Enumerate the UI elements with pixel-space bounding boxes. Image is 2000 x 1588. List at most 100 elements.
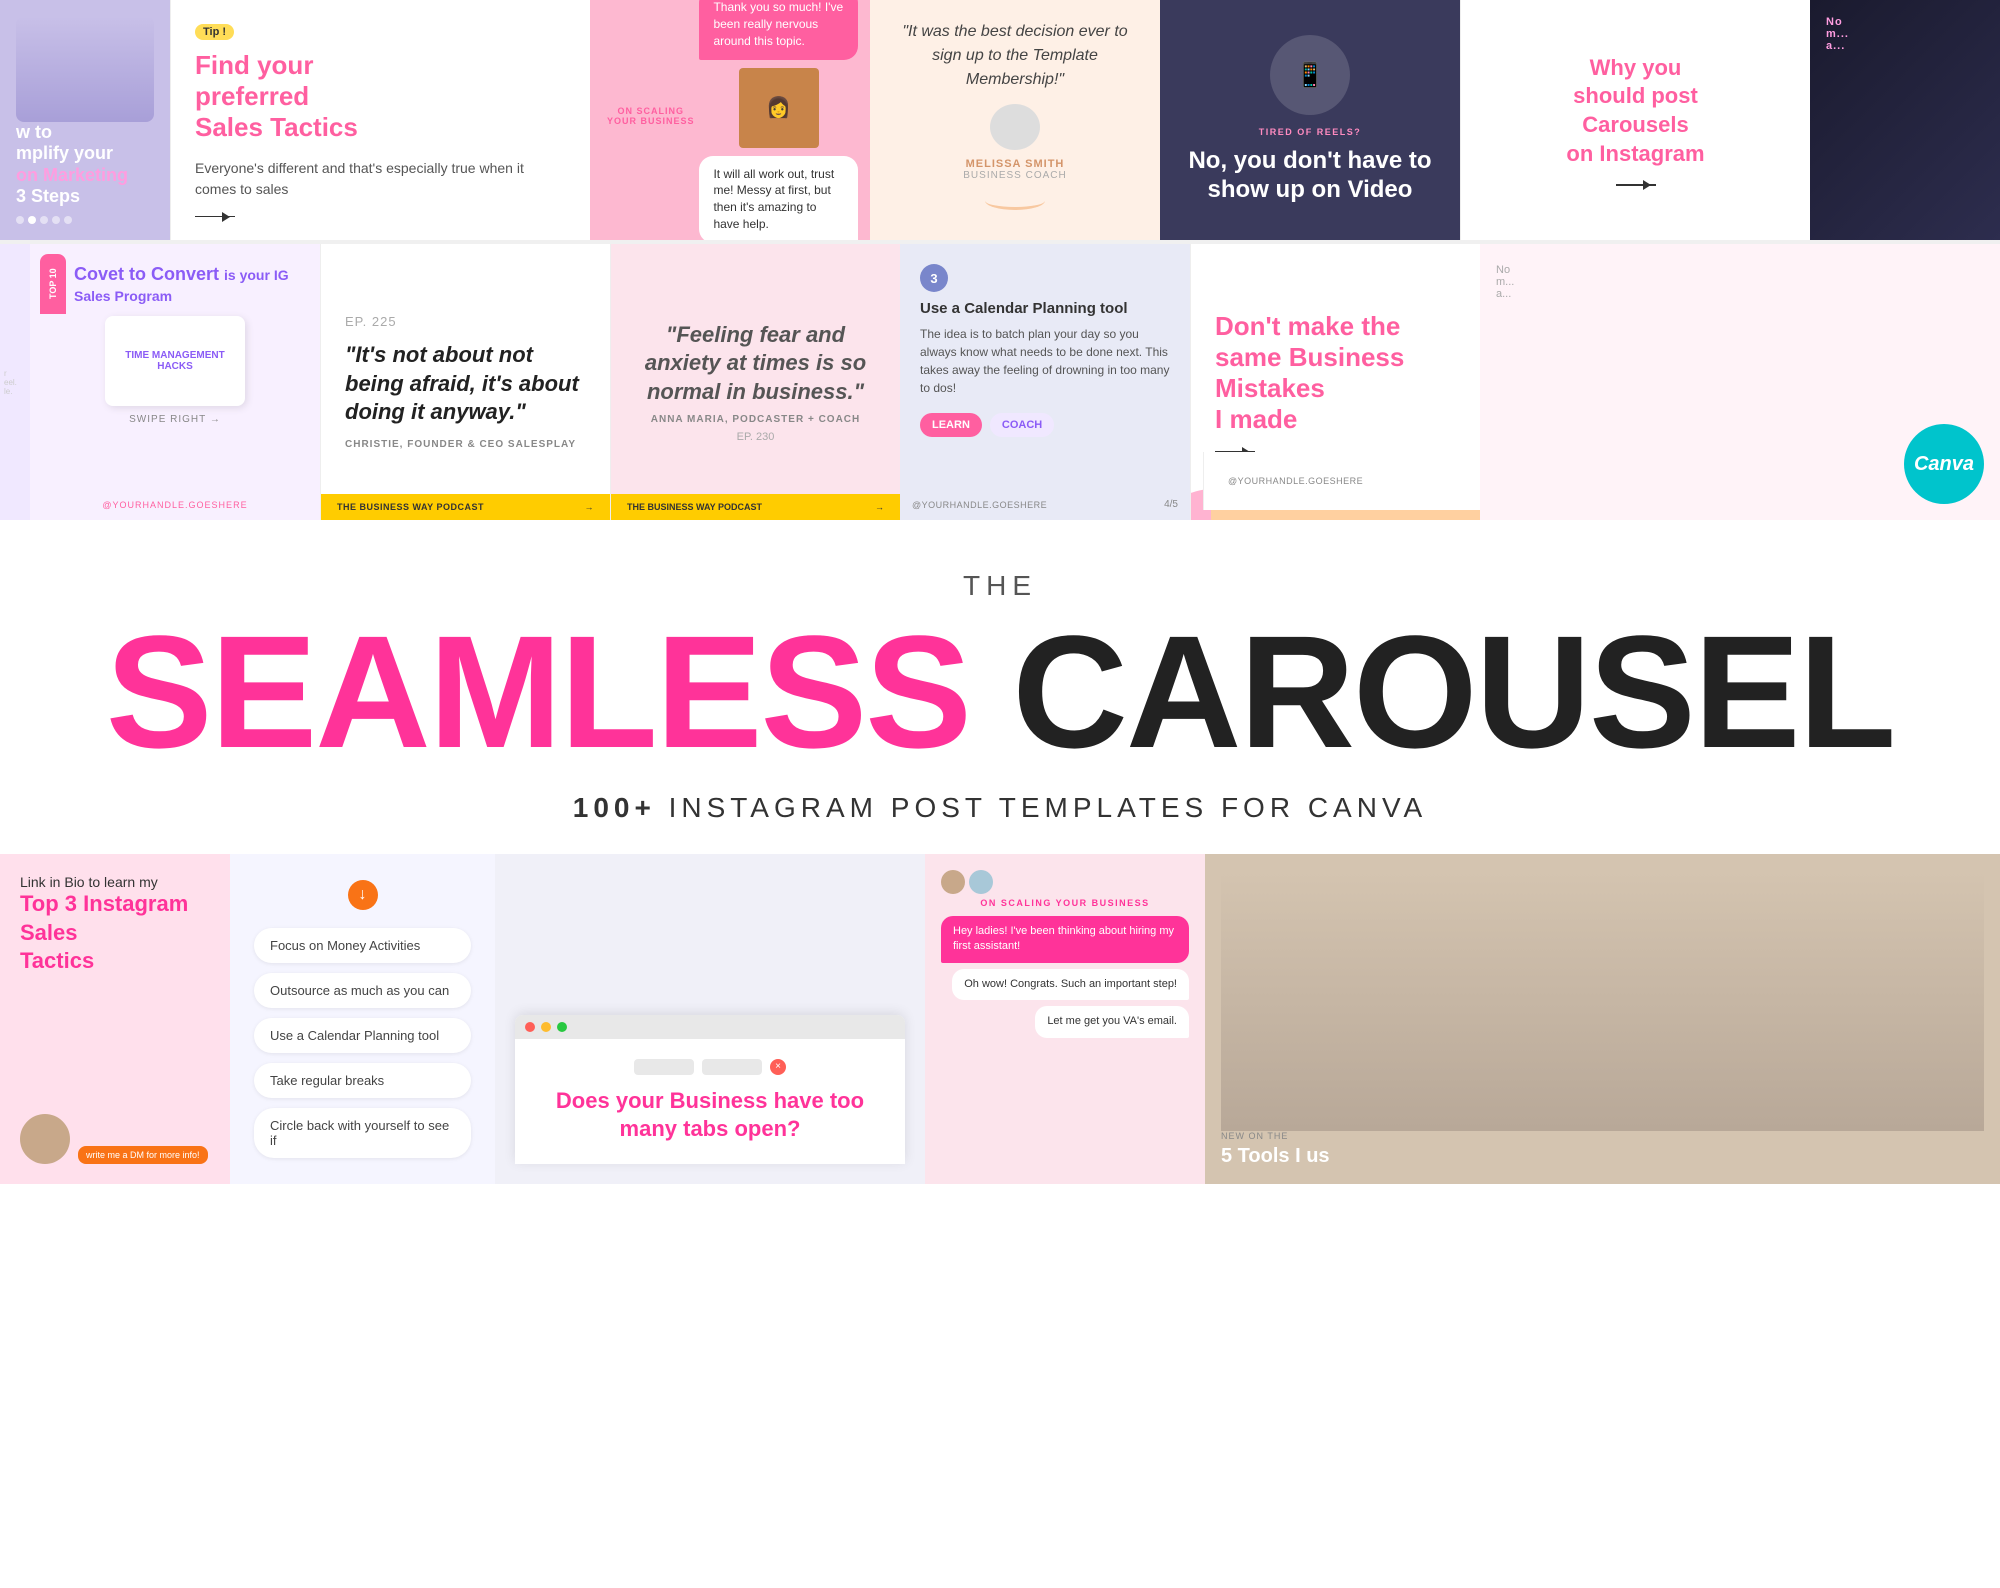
main-title-pink: SEAMLESS <box>106 602 970 781</box>
card-podcast-1: EP. 225 "It's not about not being afraid… <box>320 244 610 520</box>
checklist-item-5: Circle back with yourself to see if <box>254 1108 471 1158</box>
window-heading: Does your Business have too many tabs op… <box>535 1087 885 1144</box>
card-page-number: 4/5 <box>1164 499 1178 510</box>
action-btn-primary[interactable]: LEARN <box>920 413 982 437</box>
top-tag: TOP 10 <box>40 254 66 314</box>
tired-label: TIRED OF REELS? <box>1259 127 1362 137</box>
card-partial-dark: Nom...a... <box>1810 0 2000 240</box>
swipe-right-label: SWIPE RIGHT → <box>50 414 300 425</box>
heading-line2: preferred <box>195 81 309 111</box>
on-scaling-label: ON SCALING YOUR BUSINESS <box>602 106 699 126</box>
dot-3[interactable] <box>40 216 48 224</box>
tab-1[interactable] <box>634 1059 694 1075</box>
canva-logo: Canva <box>1904 424 1984 504</box>
card-checklist: ↓ Focus on Money Activities Outsource as… <box>230 854 495 1184</box>
mistakes-heading: Don't make the same Business Mistakes I … <box>1215 311 1456 436</box>
window-titlebar <box>515 1015 905 1039</box>
subtitle: 100+ INSTAGRAM POST TEMPLATES FOR CANVA <box>40 792 1960 824</box>
bot-msg-2: Oh wow! Congrats. Such an important step… <box>952 969 1189 1000</box>
card-no-reels: 📱 TIRED OF REELS? No, you don't have to … <box>1160 0 1460 240</box>
action-btn-secondary[interactable]: COACH <box>990 413 1054 437</box>
podcast-author-2: ANNA MARIA, PODCASTER + COACH <box>651 414 860 425</box>
heading-pink: Sales Tactics <box>195 112 358 142</box>
browser-tabs: × <box>535 1059 885 1075</box>
link-bio-content: Link in Bio to learn my Top 3 Instagram … <box>20 874 210 976</box>
bottom-row: Link in Bio to learn my Top 3 Instagram … <box>0 854 2000 1184</box>
podcast-quote-2: "Feeling fear and anxiety at times is so… <box>631 321 880 407</box>
win-btn-red[interactable] <box>525 1022 535 1032</box>
chat-messages: Hey ladies! I've been thinking about hir… <box>941 916 1189 1168</box>
checklist-item-4: Take regular breaks <box>254 1063 471 1098</box>
bot-msg-3: Let me get you VA's email. <box>1035 1006 1189 1037</box>
on-scaling-bot-label: ON SCALING YOUR BUSINESS <box>941 898 1189 908</box>
dot-4[interactable] <box>52 216 60 224</box>
ig-sales-heading: Covet to Convert is your IG Sales Progra… <box>74 264 300 306</box>
dot-1[interactable] <box>16 216 24 224</box>
chat-image: 👩 <box>739 68 819 148</box>
title-section: THE SEAMLESS CAROUSEL 100+ INSTAGRAM POS… <box>0 520 2000 854</box>
learn-more-badge: write me a DM for more info! <box>78 1146 208 1164</box>
avatars-row <box>941 870 1189 894</box>
card-amplify: w to mplify your on Marketing 3 Steps <box>0 0 170 240</box>
avatar-1 <box>941 870 965 894</box>
chat-bubble-2: It will all work out, trust me! Messy at… <box>699 156 858 240</box>
dot-5[interactable] <box>64 216 72 224</box>
tools-label: 5 Tools I us <box>1221 1145 1984 1168</box>
card-canva: Nom...a... Canva <box>1480 244 2000 520</box>
close-tab-btn[interactable]: × <box>770 1059 786 1075</box>
podcast-author-1: CHRISTIE, FOUNDER & CEO SALESPLAY <box>345 439 586 450</box>
podcast-footer-1: THE BUSINESS WAY PODCAST → <box>321 494 610 520</box>
card-chat-scaling: ON SCALING YOUR BUSINESS Thank you so mu… <box>590 0 870 240</box>
handle-label-1: @YOURHANDLE.GOESHERE <box>30 500 320 510</box>
bio-avatar-area: write me a DM for more info! <box>20 1114 210 1164</box>
mid-row: reel.le. TOP 10 Covet to Convert is your… <box>0 240 2000 520</box>
top-row: w to mplify your on Marketing 3 Steps Ti… <box>0 0 2000 240</box>
dot-2[interactable] <box>28 216 36 224</box>
chat-bubble-1: Thank you so much! I've been really nerv… <box>699 0 858 60</box>
card-calendar-planning: 3 Use a Calendar Planning tool The idea … <box>900 244 1190 520</box>
chat-container: Thank you so much! I've been really nerv… <box>699 0 858 240</box>
win-btn-green[interactable] <box>557 1022 567 1032</box>
card-link-bio: Link in Bio to learn my Top 3 Instagram … <box>0 854 230 1184</box>
link-bio-heading: Top 3 Instagram Sales Tactics <box>20 890 210 976</box>
window-content: × Does your Business have too many tabs … <box>515 1039 905 1164</box>
ep-label-2: EP. 230 <box>737 431 775 443</box>
card-ig-sales: TOP 10 Covet to Convert is your IG Sales… <box>30 244 320 520</box>
phone-image: 📱 <box>1270 35 1350 115</box>
handle-mistakes: @YOURHANDLE.GOESHERE <box>1203 452 1480 510</box>
window-frame: × Does your Business have too many tabs … <box>515 1015 905 1164</box>
tab-2[interactable] <box>702 1059 762 1075</box>
checklist-item-3: Use a Calendar Planning tool <box>254 1018 471 1053</box>
person-avatar <box>990 104 1040 150</box>
card-chat-scaling-bot: ON SCALING YOUR BUSINESS Hey ladies! I'v… <box>925 854 1205 1184</box>
testimonial-quote: "It was the best decision ever to sign u… <box>890 20 1140 92</box>
card-window-mockup: × Does your Business have too many tabs … <box>495 854 925 1184</box>
checklist-item-2: Outsource as much as you can <box>254 973 471 1008</box>
link-bio-text: Link in Bio to learn my <box>20 874 210 890</box>
card-partial-photo: NEW ON THE 5 Tools I us <box>1205 854 2000 1184</box>
the-label: THE <box>40 570 1960 602</box>
step-badge: 3 <box>920 264 948 292</box>
carousels-heading: Why you should post Carousels on Instagr… <box>1566 54 1704 168</box>
main-title-dark: CAROUSEL <box>1012 602 1894 781</box>
person-name: MELISSA SMITH <box>966 158 1065 170</box>
action-buttons: LEARN COACH <box>920 413 1170 437</box>
win-btn-yellow[interactable] <box>541 1022 551 1032</box>
avatar-2 <box>969 870 993 894</box>
calendar-heading: Use a Calendar Planning tool <box>920 300 1170 317</box>
card-sales-tactics: Tip ! Find your preferred Sales Tactics … <box>170 0 590 240</box>
partial-text: Nom...a... <box>1810 0 2000 68</box>
arrow-right-carousels <box>1616 184 1656 186</box>
card-podcast-2: "Feeling fear and anxiety at times is so… <box>610 244 900 520</box>
bot-msg-1: Hey ladies! I've been thinking about hir… <box>941 916 1189 963</box>
main-title: SEAMLESS CAROUSEL <box>40 612 1960 772</box>
no-reels-heading: No, you don't have to show up on Video <box>1180 147 1440 205</box>
calendar-body: The idea is to batch plan your day so yo… <box>920 325 1170 397</box>
carousel-dots[interactable] <box>16 216 154 224</box>
person-photo-placeholder <box>1221 870 1984 1131</box>
arrow-down-icon: ↓ <box>254 880 471 910</box>
amplify-title: w to mplify your on Marketing 3 Steps <box>16 122 154 208</box>
new-on-label: NEW ON THE <box>1221 1131 1984 1141</box>
podcast-quote-1: "It's not about not being afraid, it's a… <box>345 341 586 427</box>
heading-line1: Find your <box>195 50 313 80</box>
